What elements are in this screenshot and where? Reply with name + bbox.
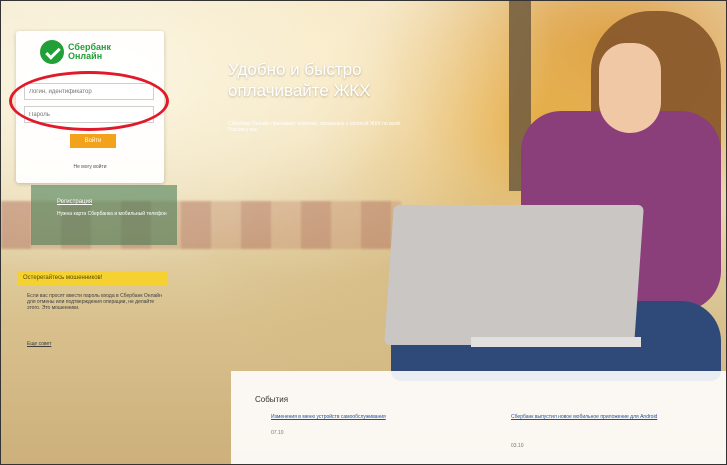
promo-headline: Удобно и быстро оплачивайте ЖКХ bbox=[228, 59, 428, 101]
sberbank-logo-icon bbox=[40, 40, 64, 64]
event-link-1[interactable]: Изменения в меню устройств самообслужива… bbox=[271, 414, 461, 421]
highlight-ellipse bbox=[9, 71, 169, 131]
sberbank-logo[interactable]: Сбербанк Онлайн bbox=[40, 40, 111, 64]
logo-text: Сбербанк Онлайн bbox=[68, 43, 111, 61]
registration-panel: Регистрация Нужна карта Сбербанка и моби… bbox=[31, 185, 177, 245]
notice-title: Остерегайтесь мошенников! bbox=[17, 271, 167, 285]
events-title: События bbox=[255, 395, 289, 404]
forgot-link[interactable]: Не могу войти bbox=[16, 164, 164, 170]
promo-text: Сбербанк Онлайн принимает платежи, связа… bbox=[228, 121, 400, 133]
logo-line2: Онлайн bbox=[68, 51, 103, 61]
login-button[interactable]: Войти bbox=[70, 134, 116, 148]
registration-link[interactable]: Регистрация bbox=[57, 199, 92, 205]
registration-text: Нужна карта Сбербанка и мобильный телефо… bbox=[57, 211, 167, 217]
laptop bbox=[384, 205, 644, 345]
laptop-base bbox=[471, 337, 641, 347]
notice-more-link[interactable]: Еще совет bbox=[27, 341, 51, 347]
events-panel: События Изменения в меню устройств самоо… bbox=[231, 371, 726, 464]
woman-face bbox=[599, 43, 661, 133]
event-date-2: 03.10 bbox=[511, 443, 524, 449]
promo-headline-line2: оплачивайте ЖКХ bbox=[228, 81, 371, 100]
promo-headline-line1: Удобно и быстро bbox=[228, 60, 362, 79]
event-link-2[interactable]: Сбербанк выпустил новое мобильное прилож… bbox=[511, 414, 716, 421]
page-frame: Сбербанк Онлайн Войти Не могу войти Реги… bbox=[0, 0, 727, 465]
event-date-1: 07.10 bbox=[271, 430, 284, 436]
notice-text: Если вас просят ввести пароль входа в Сб… bbox=[27, 293, 162, 311]
